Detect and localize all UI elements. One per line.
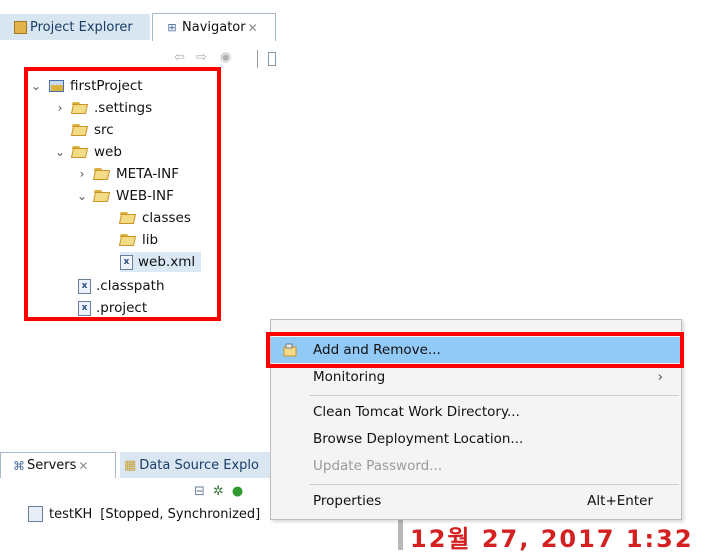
tree-item-label: lib (142, 232, 159, 248)
forward-arrow-icon[interactable]: ⇨ (196, 50, 207, 65)
chevron-down-icon[interactable]: ⌄ (54, 145, 66, 159)
tree-item-label: src (94, 122, 114, 138)
tree-item-web-inf[interactable]: ⌄ WEB-INF (76, 186, 174, 206)
start-server-icon[interactable]: ● (232, 484, 243, 502)
project-explorer-icon (14, 20, 27, 34)
debug-icon[interactable]: ✲ (213, 484, 224, 502)
chevron-right-icon[interactable]: › (54, 101, 66, 115)
tree-item-label: WEB-INF (116, 188, 174, 204)
back-arrow-icon[interactable]: ⇦ (174, 50, 185, 65)
background-date-text: 12월 27, 2017 1:32 (410, 525, 694, 553)
tree-item-settings[interactable]: › .settings (54, 98, 153, 118)
tree-item-label: classes (142, 210, 191, 226)
folder-icon (72, 102, 89, 114)
tree-item-src[interactable]: src (72, 120, 114, 140)
toolbar-divider (257, 50, 258, 68)
servers-toolbar: ⊟ ✲ ● (194, 484, 243, 502)
tab-servers-label: Servers (27, 458, 77, 473)
folder-icon (120, 234, 137, 246)
submenu-arrow-icon: › (657, 369, 663, 385)
server-row-testkh[interactable]: testKH [Stopped, Synchronized] (28, 506, 260, 522)
tree-item-classes[interactable]: classes (120, 208, 191, 228)
menu-item-label: Update Password... (313, 458, 443, 474)
chevron-down-icon[interactable]: ⌄ (30, 79, 42, 93)
servers-icon: ⌘ (13, 458, 25, 473)
folder-icon (72, 146, 89, 158)
folder-icon (72, 124, 89, 136)
tree-item-label: web.xml (138, 254, 196, 270)
folder-icon (120, 212, 137, 224)
menu-item-label: Browse Deployment Location... (313, 431, 524, 447)
chevron-down-icon[interactable]: ⌄ (76, 189, 88, 203)
menu-shortcut: Alt+Enter (587, 493, 653, 509)
collapse-all-icon[interactable] (268, 52, 276, 66)
tree-item-lib[interactable]: lib (120, 230, 158, 250)
tree-item-web[interactable]: ⌄ web (54, 142, 122, 162)
tree-item-firstproject[interactable]: ⌄ firstProject (30, 76, 143, 96)
tree-item-label: .classpath (96, 278, 165, 294)
project-icon (48, 79, 64, 93)
menu-item-properties[interactable]: Properties Alt+Enter (271, 488, 681, 514)
home-icon[interactable]: ◉ (220, 50, 231, 65)
xml-file-icon: x (78, 278, 91, 294)
annotation-box-menu (266, 332, 684, 368)
menu-item-browse-deployment[interactable]: Browse Deployment Location... (271, 426, 681, 452)
tree-item-label: .settings (94, 100, 153, 116)
menu-separator (309, 395, 679, 396)
tree-item-web-xml[interactable]: x web.xml (120, 252, 202, 272)
close-icon[interactable]: ✕ (78, 459, 88, 473)
server-name: testKH (49, 506, 93, 522)
menu-item-label: Clean Tomcat Work Directory... (313, 404, 520, 420)
folder-icon (94, 168, 111, 180)
data-source-icon: ▦ (124, 457, 137, 473)
tab-navigator-label: Navigator (182, 20, 246, 35)
tree-item-meta-inf[interactable]: › META-INF (76, 164, 179, 184)
tab-project-explorer-label: Project Explorer (30, 19, 133, 35)
close-icon[interactable]: ✕ (248, 21, 258, 35)
tree-item-label: web (94, 144, 122, 160)
view-tab-bar: Project Explorer ⊞ Navigator ✕ (0, 13, 278, 42)
tree-item-label: META-INF (116, 166, 180, 182)
navigator-icon: ⊞ (167, 20, 177, 34)
menu-item-clean-tomcat[interactable]: Clean Tomcat Work Directory... (271, 399, 681, 425)
tab-navigator[interactable]: ⊞ Navigator ✕ (152, 13, 276, 41)
menu-item-label: Properties (313, 493, 382, 509)
chevron-right-icon[interactable]: › (76, 167, 88, 181)
folder-icon (94, 190, 111, 202)
tree-item-classpath[interactable]: x .classpath (78, 276, 165, 296)
menu-item-label: Monitoring (313, 369, 386, 385)
servers-tab-bar: ⌘ Servers ✕ ▦ Data Source Explo (0, 452, 284, 478)
tree-item-label: firstProject (70, 78, 143, 94)
tab-data-source-label: Data Source Explo (139, 457, 259, 473)
collapse-icon[interactable]: ⊟ (194, 484, 205, 502)
server-icon (28, 506, 43, 522)
xml-file-icon: x (120, 254, 133, 270)
tab-data-source-explorer[interactable]: ▦ Data Source Explo (120, 452, 284, 478)
tree-item-label: .project (96, 300, 148, 316)
menu-item-update-password: Update Password... (271, 453, 681, 479)
tree-item-project[interactable]: x .project (78, 298, 147, 318)
menu-separator (309, 484, 679, 485)
server-status: [Stopped, Synchronized] (100, 506, 261, 522)
tab-project-explorer[interactable]: Project Explorer (0, 14, 150, 40)
xml-file-icon: x (78, 300, 91, 316)
tab-servers[interactable]: ⌘ Servers ✕ (0, 452, 116, 478)
